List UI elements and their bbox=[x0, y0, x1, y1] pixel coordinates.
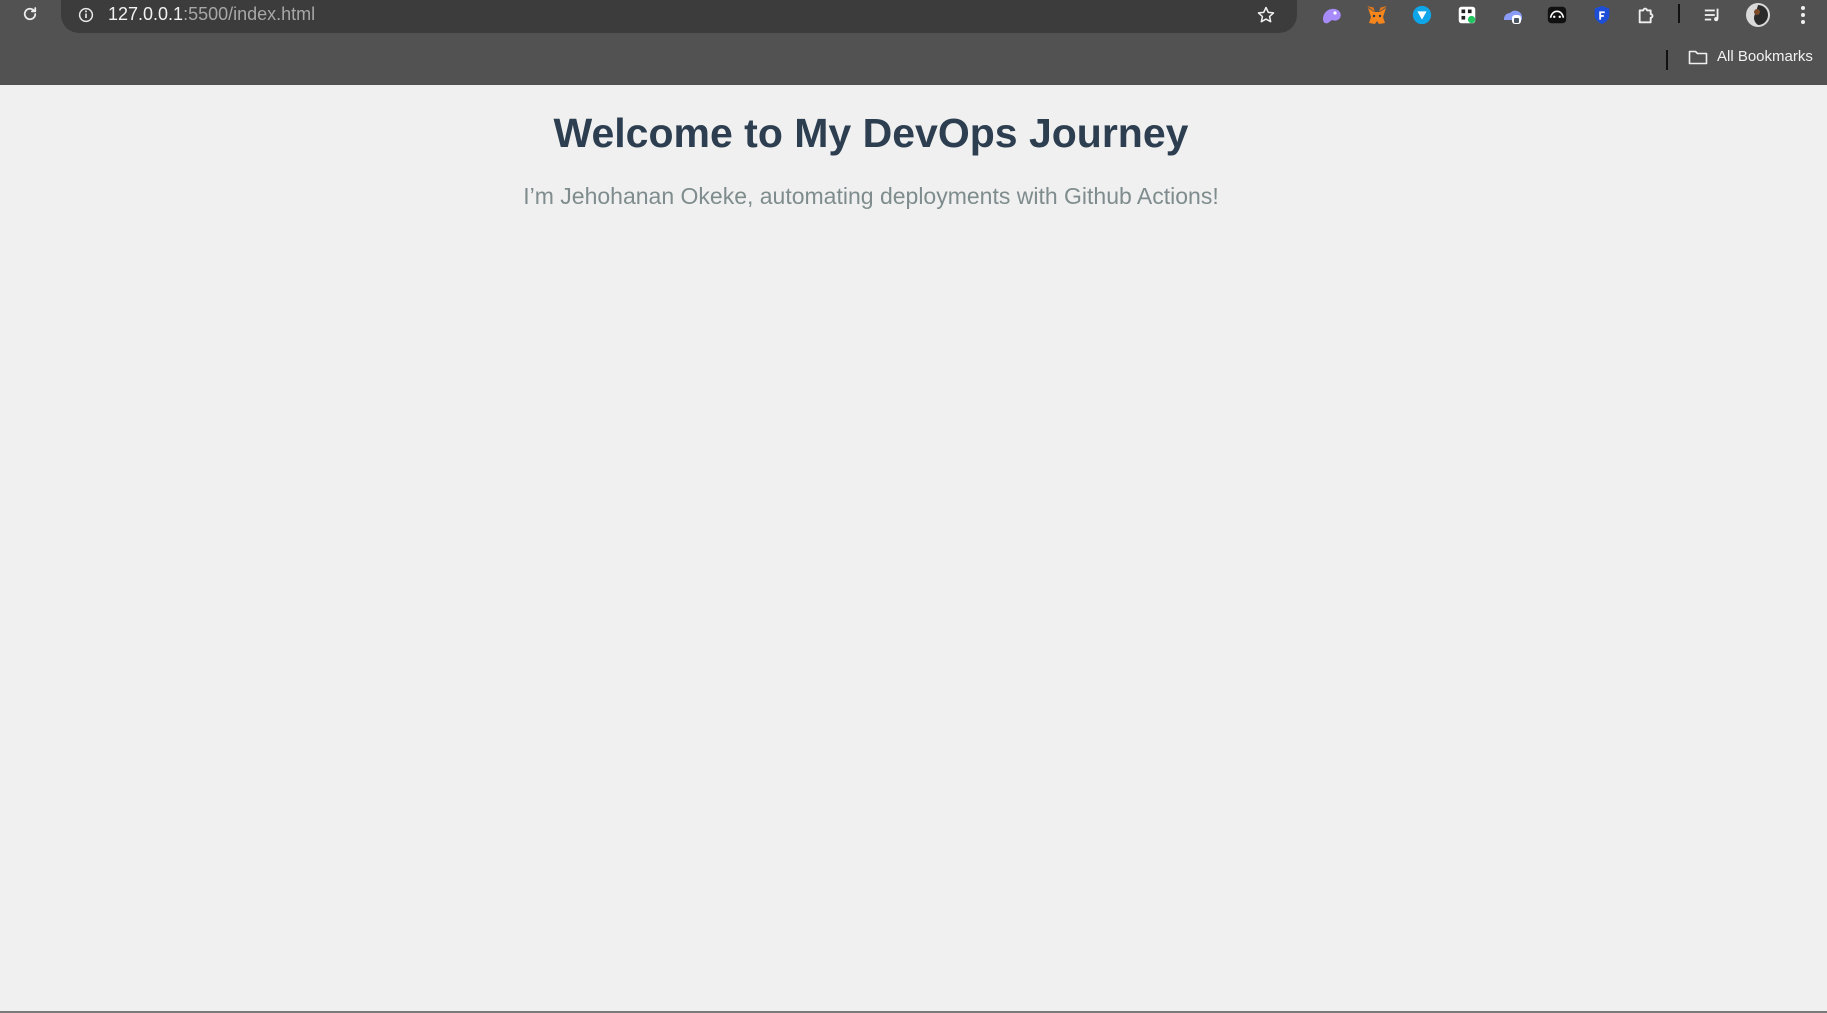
ai-extension-icon[interactable] bbox=[1318, 1, 1346, 29]
more-menu-glyph bbox=[1801, 6, 1805, 24]
all-bookmarks-button[interactable]: All Bookmarks bbox=[1688, 48, 1813, 65]
folder-icon bbox=[1688, 50, 1708, 64]
toolbar-divider bbox=[1678, 4, 1680, 23]
blue-shield-extension-icon[interactable] bbox=[1588, 1, 1616, 29]
cloud-extension-glyph bbox=[1504, 10, 1522, 24]
cloud-extension-icon[interactable] bbox=[1498, 1, 1526, 29]
reload-icon-glyph bbox=[23, 7, 37, 21]
bookmarks-divider bbox=[1666, 50, 1668, 70]
shield-extension-glyph bbox=[1412, 5, 1432, 25]
extensions-puzzle-icon[interactable] bbox=[1633, 1, 1661, 29]
site-info-glyph bbox=[78, 7, 94, 23]
all-bookmarks-label: All Bookmarks bbox=[1717, 48, 1813, 65]
cat-extension-glyph bbox=[1547, 6, 1567, 24]
reload-icon[interactable] bbox=[17, 1, 43, 27]
url-text[interactable]: 127.0.0.1:5500/index.html bbox=[108, 4, 315, 24]
metamask-glyph bbox=[1367, 6, 1387, 24]
browser-chrome: 127.0.0.1:5500/index.html All Bookmarks bbox=[0, 0, 1827, 85]
address-bar[interactable]: 127.0.0.1:5500/index.html bbox=[61, 0, 1297, 33]
cat-extension-icon[interactable] bbox=[1543, 1, 1571, 29]
page-content: Welcome to My DevOps Journey I’m Jehohan… bbox=[0, 85, 1827, 1011]
url-path: :5500/index.html bbox=[183, 4, 316, 24]
browser-toolbar: 127.0.0.1:5500/index.html bbox=[0, 0, 1827, 36]
page-subtitle: I’m Jehohanan Okeke, automating deployme… bbox=[523, 183, 1219, 209]
media-controls-icon[interactable] bbox=[1699, 1, 1727, 29]
star-glyph bbox=[1257, 6, 1275, 23]
bookmarks-bar: All Bookmarks bbox=[1577, 44, 1827, 72]
more-menu-icon[interactable] bbox=[1789, 1, 1817, 29]
blue-shield-glyph bbox=[1594, 5, 1610, 25]
cookie-extension-icon[interactable] bbox=[1453, 1, 1481, 29]
metamask-extension-icon[interactable] bbox=[1363, 1, 1391, 29]
cookie-extension-glyph bbox=[1458, 6, 1476, 24]
profile-avatar[interactable] bbox=[1744, 1, 1772, 29]
page-title: Welcome to My DevOps Journey bbox=[553, 110, 1189, 156]
site-info-icon[interactable] bbox=[74, 3, 98, 27]
url-host: 127.0.0.1 bbox=[108, 4, 184, 24]
shield-extension-icon[interactable] bbox=[1408, 1, 1436, 29]
profile-avatar-glyph bbox=[1746, 3, 1770, 27]
media-controls-glyph bbox=[1704, 8, 1719, 22]
puzzle-glyph bbox=[1638, 7, 1654, 24]
ai-extension-glyph bbox=[1323, 8, 1341, 24]
bookmark-star-icon[interactable] bbox=[1253, 2, 1279, 28]
